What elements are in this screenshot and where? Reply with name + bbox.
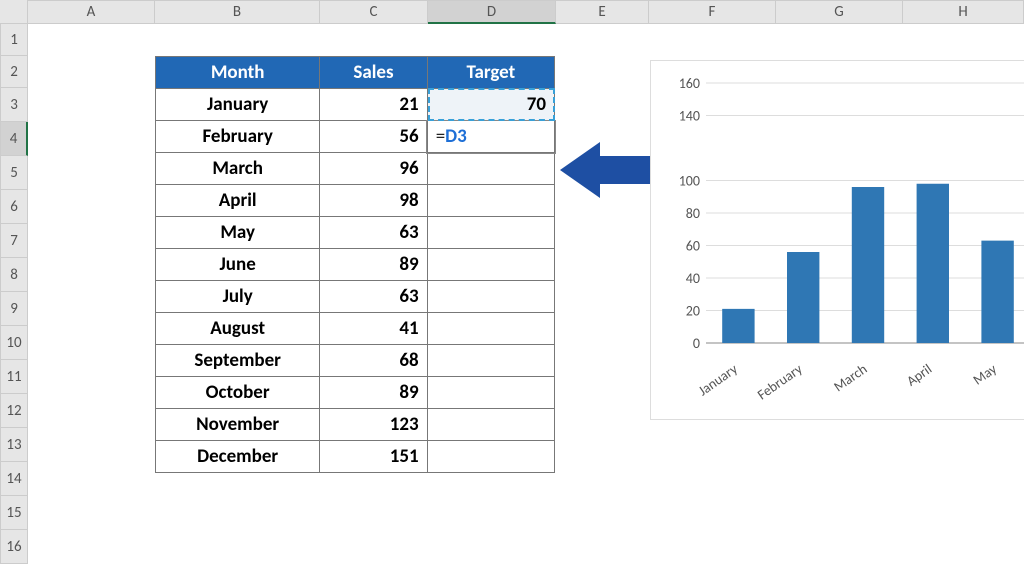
svg-text:160: 160 <box>679 75 700 92</box>
cell-sales[interactable]: 123 <box>320 409 427 441</box>
col-header-B[interactable]: B <box>155 0 320 24</box>
svg-text:100: 100 <box>679 173 700 190</box>
table-row: October89 <box>156 377 555 409</box>
svg-text:60: 60 <box>686 238 700 255</box>
spreadsheet-grid[interactable]: ABCDEFGH 12345678910111213141516 Month S… <box>0 0 1024 576</box>
row-header-2[interactable]: 2 <box>0 56 28 88</box>
svg-text:140: 140 <box>679 108 700 125</box>
cell-target[interactable] <box>427 313 554 345</box>
cell-target[interactable]: =D3 <box>427 121 554 153</box>
cell-target[interactable] <box>427 217 554 249</box>
row-header-14[interactable]: 14 <box>0 462 28 496</box>
cell-target[interactable] <box>427 281 554 313</box>
svg-text:0: 0 <box>693 335 700 352</box>
cell-target[interactable] <box>427 249 554 281</box>
row-header-12[interactable]: 12 <box>0 394 28 428</box>
svg-text:20: 20 <box>686 303 700 320</box>
svg-text:March: March <box>831 360 871 395</box>
header-sales[interactable]: Sales <box>320 57 427 89</box>
row-header-9[interactable]: 9 <box>0 292 28 326</box>
formula-ref: D3 <box>445 125 467 148</box>
cell-sales[interactable]: 21 <box>320 89 427 121</box>
col-header-D[interactable]: D <box>428 0 556 24</box>
table-row: July63 <box>156 281 555 313</box>
table-row: April98 <box>156 185 555 217</box>
cell-sales[interactable]: 96 <box>320 153 427 185</box>
table-row: December151 <box>156 441 555 473</box>
cell-sales[interactable]: 63 <box>320 217 427 249</box>
row-header-1[interactable]: 1 <box>0 24 28 56</box>
chart-bar <box>722 309 754 343</box>
col-header-E[interactable]: E <box>556 0 649 24</box>
sales-bar-chart[interactable]: 0 20 40 60 80 100 140 160 January February March Ap… <box>650 60 1024 420</box>
select-all-corner[interactable] <box>0 0 28 24</box>
cell-month[interactable]: August <box>156 313 320 345</box>
formula-eq: = <box>436 125 445 148</box>
data-table: Month Sales Target January2170February56… <box>155 56 555 473</box>
header-month[interactable]: Month <box>156 57 320 89</box>
svg-text:April: April <box>903 360 935 389</box>
cell-month[interactable]: June <box>156 249 320 281</box>
cell-target[interactable] <box>427 377 554 409</box>
chart-bar <box>787 252 819 343</box>
cell-month[interactable]: April <box>156 185 320 217</box>
cell-target[interactable] <box>427 153 554 185</box>
cell-month[interactable]: September <box>156 345 320 377</box>
col-header-F[interactable]: F <box>649 0 776 24</box>
col-header-A[interactable]: A <box>28 0 155 24</box>
svg-text:80: 80 <box>686 205 700 222</box>
col-header-C[interactable]: C <box>320 0 428 24</box>
table-row: November123 <box>156 409 555 441</box>
table-row: September68 <box>156 345 555 377</box>
row-header-16[interactable]: 16 <box>0 530 28 564</box>
cell-sales[interactable]: 89 <box>320 249 427 281</box>
cell-sales[interactable]: 41 <box>320 313 427 345</box>
row-header-15[interactable]: 15 <box>0 496 28 530</box>
cell-sales[interactable]: 151 <box>320 441 427 473</box>
row-header-8[interactable]: 8 <box>0 258 28 292</box>
row-header-10[interactable]: 10 <box>0 326 28 360</box>
row-header-11[interactable]: 11 <box>0 360 28 394</box>
row-header-7[interactable]: 7 <box>0 224 28 258</box>
cell-target[interactable] <box>427 409 554 441</box>
cell-sales[interactable]: 68 <box>320 345 427 377</box>
svg-text:January: January <box>695 360 741 399</box>
cell-target[interactable] <box>427 345 554 377</box>
cell-month[interactable]: December <box>156 441 320 473</box>
table-row: January2170 <box>156 89 555 121</box>
cell-target[interactable]: 70 <box>427 89 554 121</box>
cell-sales[interactable]: 56 <box>320 121 427 153</box>
cell-target[interactable] <box>427 441 554 473</box>
row-header-5[interactable]: 5 <box>0 156 28 190</box>
row-header-13[interactable]: 13 <box>0 428 28 462</box>
table-row: February56=D3 <box>156 121 555 153</box>
cell-month[interactable]: May <box>156 217 320 249</box>
header-target[interactable]: Target <box>427 57 554 89</box>
cell-month[interactable]: January <box>156 89 320 121</box>
svg-text:February: February <box>754 360 806 403</box>
cell-month[interactable]: March <box>156 153 320 185</box>
col-header-G[interactable]: G <box>776 0 903 24</box>
row-header-6[interactable]: 6 <box>0 190 28 224</box>
chart-bar <box>981 241 1013 343</box>
table-row: May63 <box>156 217 555 249</box>
cell-month[interactable]: October <box>156 377 320 409</box>
cell-sales[interactable]: 63 <box>320 281 427 313</box>
cell-sales[interactable]: 89 <box>320 377 427 409</box>
chart-bar <box>852 187 884 343</box>
cell-target[interactable] <box>427 185 554 217</box>
chart-bar <box>917 184 949 343</box>
row-header-3[interactable]: 3 <box>0 88 28 122</box>
col-header-H[interactable]: H <box>903 0 1024 24</box>
cell-month[interactable]: November <box>156 409 320 441</box>
row-header-4[interactable]: 4 <box>0 122 28 156</box>
cell-month[interactable]: July <box>156 281 320 313</box>
table-row: March96 <box>156 153 555 185</box>
svg-text:40: 40 <box>686 270 700 287</box>
svg-text:May: May <box>970 360 1001 389</box>
cell-month[interactable]: February <box>156 121 320 153</box>
cell-sales[interactable]: 98 <box>320 185 427 217</box>
table-row: June89 <box>156 249 555 281</box>
table-row: August41 <box>156 313 555 345</box>
